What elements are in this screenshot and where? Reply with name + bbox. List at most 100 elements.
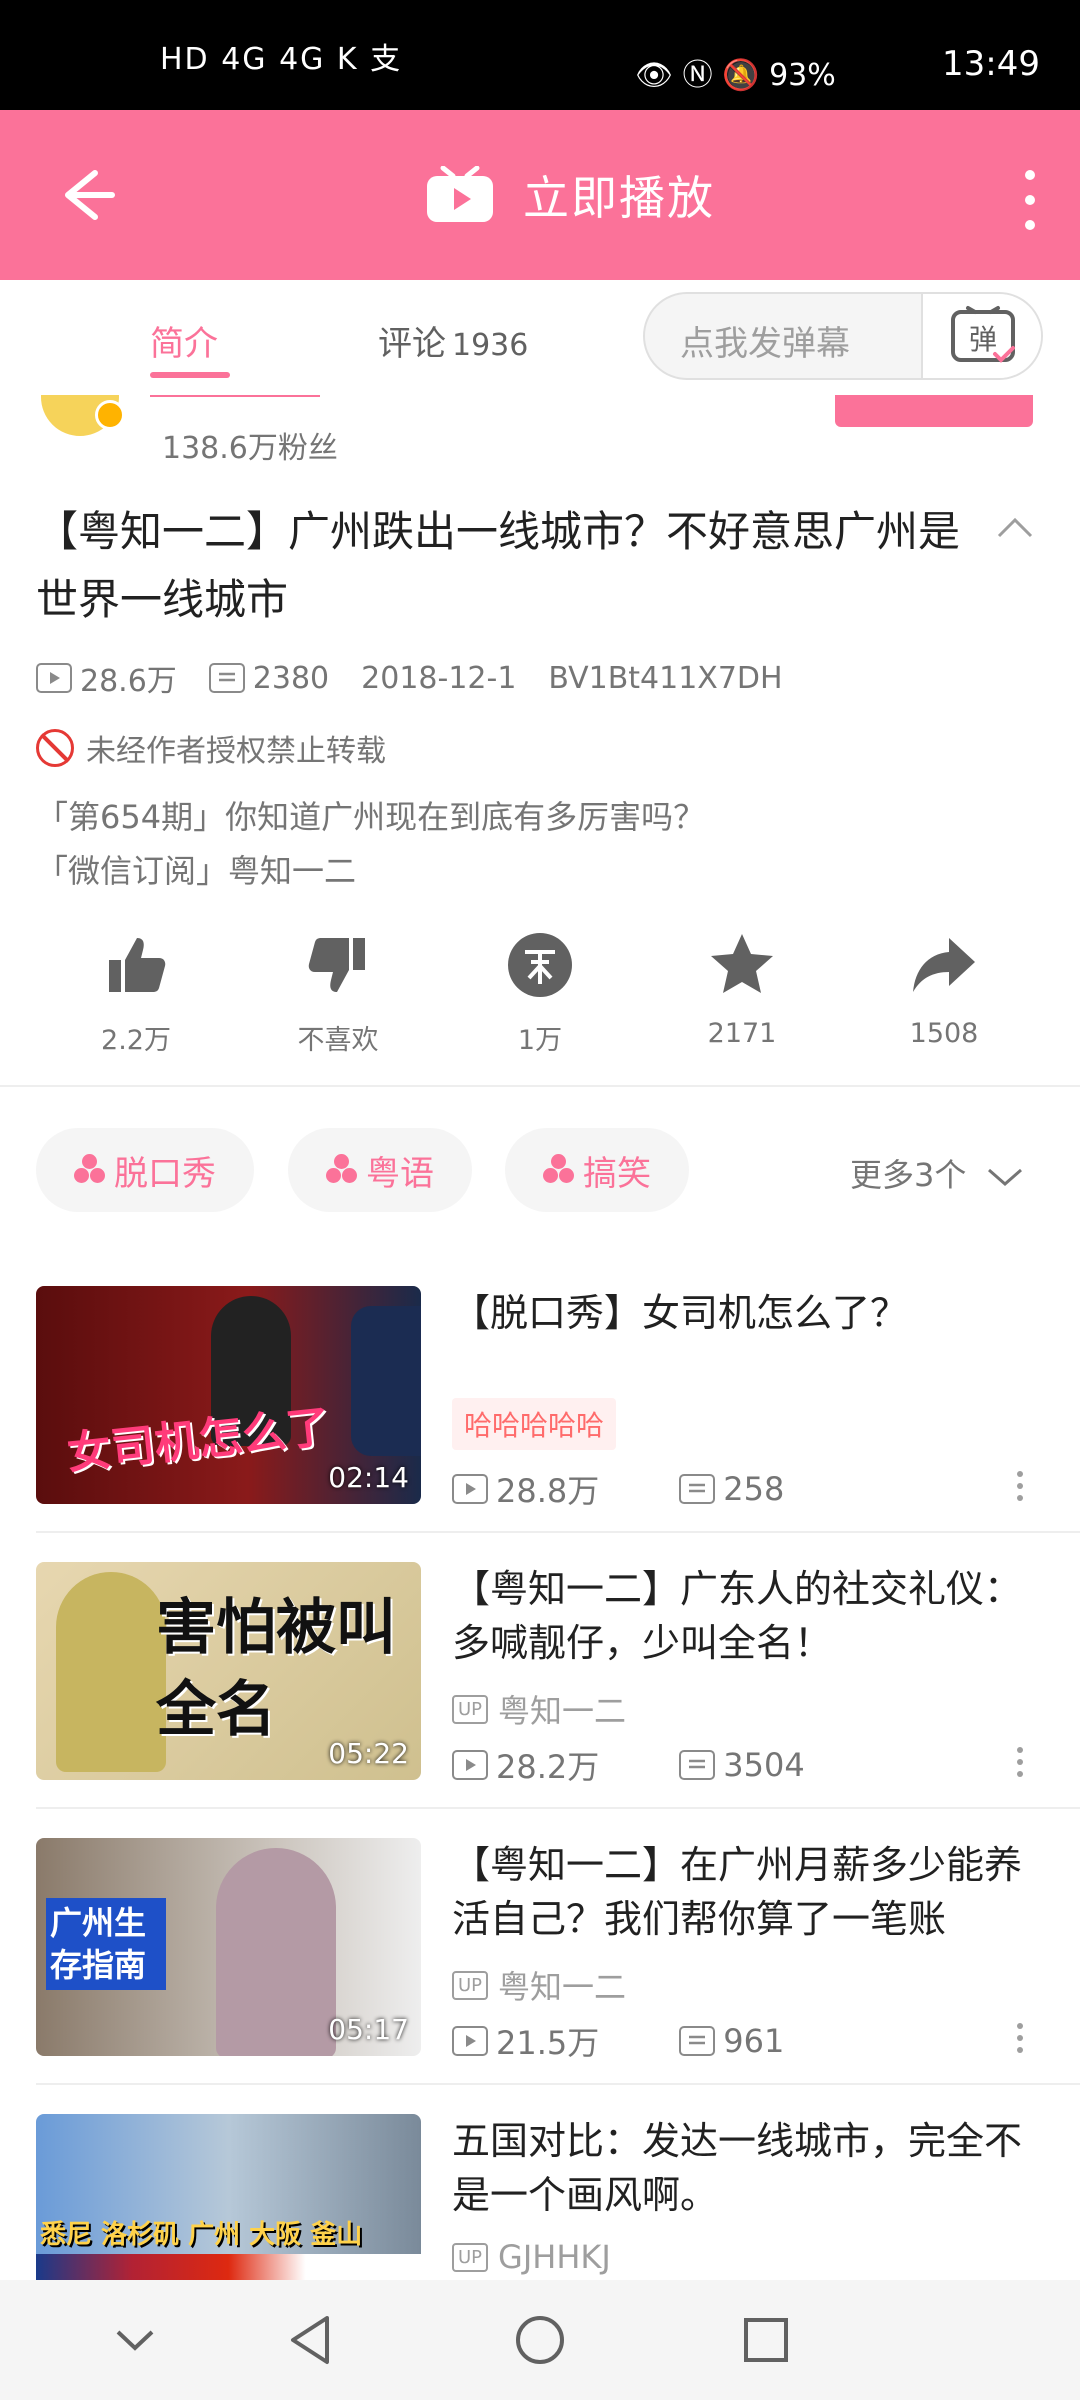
uploader-name: 粤知一二 xyxy=(498,1692,627,1730)
svg-text:弹: 弹 xyxy=(969,323,997,356)
uploader-info: UP 粤知一二 xyxy=(452,1962,626,2008)
video-thumbnail[interactable]: 女司机怎么了 02:14 xyxy=(36,1286,421,1504)
clock: 13:49 xyxy=(942,44,1040,84)
share-button[interactable]: 1508 xyxy=(874,930,1014,1060)
tag-icon xyxy=(74,1154,106,1186)
duration: 02:14 xyxy=(328,1461,409,1494)
action-bar: 2.2万 不喜欢 1万 2171 1508 xyxy=(0,930,1080,1060)
app-header: 立即播放 xyxy=(0,110,1080,280)
danmaku-input[interactable]: 点我发弹幕 弹 xyxy=(643,292,1043,380)
danmaku-count-icon xyxy=(679,1474,716,1504)
video-stats: 28.6万 2380 2018-12-1 BV1Bt411X7DH xyxy=(36,655,783,701)
coin-count: 1万 xyxy=(517,1025,563,1056)
more-options-button[interactable] xyxy=(1010,165,1050,235)
uploader-name: GJHHKJ xyxy=(498,2238,611,2276)
view-count: 21.5万 xyxy=(496,2024,600,2062)
more-vertical-icon[interactable] xyxy=(1015,1471,1025,1511)
home-circle-icon[interactable] xyxy=(512,2312,568,2368)
coin-button[interactable]: 1万 xyxy=(470,930,610,1060)
tab-intro[interactable]: 简介 xyxy=(150,316,218,365)
avatar[interactable] xyxy=(38,395,125,439)
video-title: 【粤知一二】广东人的社交礼仪：多喊靓仔，少叫全名！ xyxy=(452,1567,1023,1665)
related-video-item[interactable]: 女司机怎么了 02:14 【脱口秀】女司机怎么了？ 哈哈哈哈哈 28.8万 25… xyxy=(0,1286,1080,1536)
uploader-info: UP 粤知一二 xyxy=(452,1686,626,1732)
tv-play-icon xyxy=(425,165,495,224)
danmaku-count: 2380 xyxy=(252,660,330,696)
system-nav-bar xyxy=(0,2280,1080,2400)
tag-label: 脱口秀 xyxy=(114,1153,216,1194)
tab-comments[interactable]: 评论 1936 xyxy=(378,316,528,365)
share-icon xyxy=(909,930,979,1000)
more-tags-button[interactable]: 更多3个 xyxy=(850,1150,1025,1196)
video-stats: 21.5万 961 xyxy=(452,2018,784,2064)
copyright-text: 未经作者授权禁止转载 xyxy=(86,734,386,769)
desc-line-2: 「微信订阅」粤知一二 xyxy=(36,852,357,890)
thumbnail-caption: 害怕被叫全名 xyxy=(156,1593,396,1745)
more-vertical-icon xyxy=(1025,170,1035,230)
video-thumbnail[interactable]: 害怕被叫全名 05:22 xyxy=(36,1562,421,1780)
tab-comments-label: 评论 xyxy=(378,324,446,364)
recents-square-icon[interactable] xyxy=(740,2314,792,2366)
video-thumbnail[interactable]: 广州生存指南 05:17 xyxy=(36,1838,421,2056)
danmaku-count-icon xyxy=(679,2026,716,2056)
chevron-down-icon[interactable] xyxy=(110,2320,160,2360)
status-bar: HD 4G 4G K 支 👁 Ⓝ 🔕 93% 13:49 xyxy=(0,0,1080,110)
video-description: 「第654期」你知道广州现在到底有多厉害吗？ 「微信订阅」粤知一二 xyxy=(36,790,705,898)
view-count: 28.8万 xyxy=(496,1472,600,1510)
thumbnail-caption: 广州生存指南 xyxy=(46,1898,166,1990)
play-count-icon xyxy=(36,663,72,693)
video-title: 【粤知一二】广州跌出一线城市？不好意思广州是世界一线城市 xyxy=(36,507,961,624)
collapse-button[interactable] xyxy=(995,512,1035,542)
dislike-icon xyxy=(303,930,373,1000)
danmaku-count: 258 xyxy=(723,1470,785,1508)
duration: 05:17 xyxy=(328,2013,409,2046)
related-video-item[interactable]: 广州生存指南 05:17 【粤知一二】在广州月薪多少能养活自己？我们帮你算了一笔… xyxy=(0,1838,1080,2088)
comment-count: 1936 xyxy=(452,328,529,363)
coin-icon xyxy=(505,930,575,1000)
more-vertical-icon[interactable] xyxy=(1015,2023,1025,2063)
related-video-item[interactable]: 悉尼 洛杉矶 广州 大阪 釜山 五国对比：发达一线城市，完全不是一个画风啊。 U… xyxy=(0,2114,1080,2280)
tag-chip[interactable]: 脱口秀 xyxy=(36,1128,254,1212)
divider xyxy=(36,1807,1080,1809)
favorite-count: 2171 xyxy=(707,1018,777,1049)
like-button[interactable]: 2.2万 xyxy=(66,930,206,1060)
play-count-icon xyxy=(452,1474,488,1504)
chevron-down-icon xyxy=(987,1168,1022,1186)
danmaku-count-icon xyxy=(208,663,245,693)
favorite-button[interactable]: 2171 xyxy=(672,930,812,1060)
duration: 05:22 xyxy=(328,1737,409,1770)
video-title: 【脱口秀】女司机怎么了？ xyxy=(452,1291,909,1335)
video-title: 【粤知一二】在广州月薪多少能养活自己？我们帮你算了一笔账 xyxy=(452,1843,1023,1941)
more-vertical-icon[interactable] xyxy=(1015,1747,1025,1787)
dislike-button[interactable]: 不喜欢 xyxy=(268,930,408,1060)
tab-bar: 简介 评论 1936 点我发弹幕 弹 xyxy=(0,280,1080,395)
publish-date: 2018-12-1 xyxy=(361,660,517,696)
uploader-row: 138.6万粉丝 xyxy=(0,395,1080,465)
more-tags-label: 更多3个 xyxy=(850,1156,967,1194)
status-left: HD 4G 4G K 支 xyxy=(160,42,403,77)
tag-icon xyxy=(543,1154,575,1186)
uploader-name: 粤知一二 xyxy=(498,1968,627,2006)
like-icon xyxy=(101,930,171,1000)
back-triangle-icon[interactable] xyxy=(285,2312,335,2368)
danmaku-count: 3504 xyxy=(723,1746,805,1784)
tag-chip[interactable]: 粤语 xyxy=(288,1128,472,1212)
video-thumbnail[interactable]: 悉尼 洛杉矶 广州 大阪 釜山 xyxy=(36,2114,421,2280)
bvid: BV1Bt411X7DH xyxy=(548,660,783,696)
follow-button[interactable] xyxy=(835,395,1033,427)
tag-chip[interactable]: 搞笑 xyxy=(505,1128,689,1212)
divider xyxy=(0,1085,1080,1087)
video-title: 五国对比：发达一线城市，完全不是一个画风啊。 xyxy=(452,2119,1023,2217)
divider xyxy=(36,1531,1080,1533)
back-button[interactable] xyxy=(40,155,130,235)
up-badge: UP xyxy=(452,2242,489,2272)
desc-line-1: 「第654期」你知道广州现在到底有多厉害吗？ xyxy=(36,798,706,836)
danmaku-icon: 弹 xyxy=(951,306,1015,363)
thumbnail-caption: 女司机怎么了 xyxy=(64,1401,333,1480)
related-video-item[interactable]: 害怕被叫全名 05:22 【粤知一二】广东人的社交礼仪：多喊靓仔，少叫全名！ U… xyxy=(0,1562,1080,1812)
play-count-icon xyxy=(452,1750,488,1780)
danmaku-toggle-button[interactable]: 弹 xyxy=(921,294,1041,378)
tag-label: 粤语 xyxy=(366,1153,434,1194)
hashtag-badge: 哈哈哈哈哈 xyxy=(452,1398,617,1450)
play-now-button[interactable]: 立即播放 xyxy=(425,160,715,230)
